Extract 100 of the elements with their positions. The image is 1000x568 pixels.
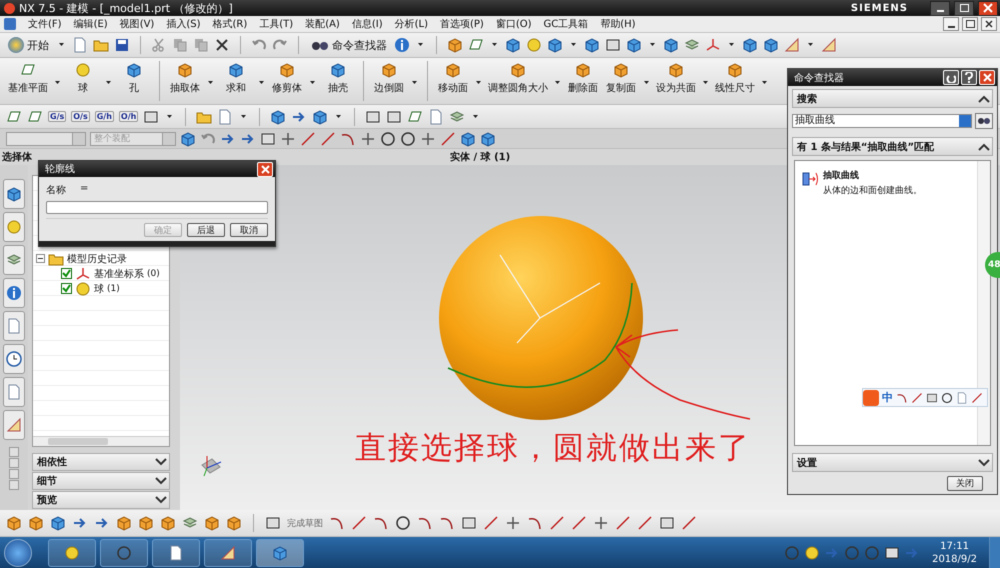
- caret-icon[interactable]: [703, 80, 708, 84]
- caret-icon[interactable]: [241, 114, 246, 118]
- feature-button[interactable]: 修剪体: [269, 61, 305, 96]
- analysis-tool-button[interactable]: O/h: [118, 111, 138, 122]
- caret-icon[interactable]: [167, 114, 172, 118]
- caret-icon[interactable]: [476, 80, 481, 84]
- reset-button[interactable]: [943, 70, 959, 85]
- cube-icon[interactable]: [126, 62, 142, 78]
- box-icon[interactable]: [116, 515, 132, 531]
- restore-button[interactable]: [962, 17, 978, 31]
- line-icon[interactable]: [440, 130, 456, 146]
- line-icon[interactable]: [320, 130, 336, 146]
- chevron-down-icon[interactable]: [155, 476, 167, 486]
- help-icon[interactable]: [965, 72, 973, 83]
- line-icon[interactable]: [681, 515, 697, 531]
- axes-icon[interactable]: [705, 37, 721, 53]
- resource-tab[interactable]: [3, 377, 25, 407]
- menu-item[interactable]: 装配(A): [299, 17, 346, 31]
- axes-icon[interactable]: [75, 266, 91, 282]
- panel-header[interactable]: 相依性: [32, 453, 170, 471]
- sphere-icon[interactable]: [6, 219, 22, 235]
- checkbox[interactable]: [61, 268, 72, 279]
- box-icon[interactable]: [447, 37, 463, 53]
- page-icon[interactable]: [6, 384, 22, 400]
- square-icon[interactable]: [365, 108, 382, 124]
- feature-button[interactable]: 移动面: [435, 61, 471, 96]
- analysis-tool-button[interactable]: G/s: [48, 111, 66, 122]
- menu-item[interactable]: 窗口(O): [490, 17, 538, 31]
- close-icon[interactable]: [985, 20, 993, 28]
- feature-button[interactable]: 抽取体: [167, 61, 203, 96]
- page-icon[interactable]: [428, 108, 444, 124]
- start-button[interactable]: 开始: [6, 37, 51, 53]
- close-button[interactable]: [981, 17, 997, 31]
- circle-icon[interactable]: [400, 130, 416, 146]
- finish-sketch-button[interactable]: 完成草图: [287, 516, 323, 530]
- cube-icon[interactable]: [584, 37, 600, 53]
- binoculars-icon[interactable]: [977, 117, 991, 125]
- binoculars-icon[interactable]: [311, 39, 329, 51]
- sphere-icon[interactable]: [804, 544, 820, 560]
- ruler-icon[interactable]: [784, 37, 800, 53]
- arc-icon[interactable]: [439, 515, 455, 531]
- search-field[interactable]: 抽取曲线: [792, 114, 972, 128]
- feature-button[interactable]: 边倒圆: [371, 61, 407, 96]
- maximize-button[interactable]: [954, 0, 974, 16]
- caret-icon[interactable]: [259, 80, 264, 84]
- caret-icon[interactable]: [59, 43, 64, 47]
- tree-item[interactable]: 球: [94, 282, 104, 296]
- line-icon[interactable]: [637, 515, 653, 531]
- resource-tab[interactable]: [3, 212, 25, 242]
- minimize-button[interactable]: [930, 0, 950, 16]
- tree-item[interactable]: 模型历史记录: [67, 252, 127, 266]
- section-header[interactable]: 有 1 条与结果“抽取曲线”匹配: [792, 137, 993, 156]
- feature-button[interactable]: 球: [65, 61, 101, 96]
- square-icon[interactable]: [260, 130, 276, 146]
- square-icon[interactable]: [884, 544, 900, 560]
- arc-icon[interactable]: [896, 392, 908, 404]
- cube-icon[interactable]: [270, 108, 286, 124]
- plus-icon[interactable]: [360, 130, 376, 146]
- line-icon[interactable]: [549, 515, 565, 531]
- chevron-down-icon[interactable]: [155, 457, 167, 467]
- square-icon[interactable]: [461, 515, 477, 531]
- cube-icon[interactable]: [663, 37, 679, 53]
- cube-icon[interactable]: [547, 37, 563, 53]
- ruler-icon[interactable]: [821, 37, 837, 53]
- resource-tab[interactable]: [3, 344, 25, 374]
- cube-icon[interactable]: [626, 37, 642, 53]
- plane-icon[interactable]: [27, 108, 43, 124]
- plane-icon[interactable]: [407, 108, 424, 124]
- checkbox[interactable]: [61, 283, 72, 294]
- menu-item[interactable]: 信息(I): [346, 17, 389, 31]
- analysis-tool-button[interactable]: G/h: [94, 111, 114, 122]
- sphere-icon[interactable]: [75, 280, 91, 296]
- close-button[interactable]: 关闭: [947, 476, 983, 490]
- line-icon[interactable]: [971, 392, 983, 404]
- ruler-icon[interactable]: [6, 417, 22, 433]
- cube-icon[interactable]: [6, 186, 22, 202]
- box-icon[interactable]: [226, 515, 242, 531]
- box-icon[interactable]: [138, 515, 154, 531]
- circle-icon[interactable]: [395, 515, 411, 531]
- box-icon[interactable]: [575, 62, 591, 78]
- section-header[interactable]: 搜索: [792, 89, 993, 108]
- dialog-button[interactable]: 取消: [230, 223, 268, 237]
- caret-icon[interactable]: [336, 114, 342, 118]
- caret-icon[interactable]: [650, 43, 655, 47]
- sphere-icon[interactable]: [75, 62, 91, 78]
- chevron-up-icon[interactable]: [978, 142, 990, 152]
- feature-button[interactable]: 孔: [116, 61, 152, 96]
- menu-item[interactable]: GC工具箱: [538, 17, 594, 31]
- page-icon[interactable]: [6, 318, 22, 334]
- resource-tab[interactable]: [3, 278, 25, 308]
- menu-item[interactable]: 格式(R): [206, 17, 254, 31]
- clock-icon[interactable]: [6, 351, 22, 367]
- box-icon[interactable]: [510, 62, 526, 78]
- curve-edge[interactable]: [448, 282, 633, 388]
- caret-icon[interactable]: [55, 80, 60, 84]
- close-button[interactable]: [978, 0, 998, 16]
- caret-icon[interactable]: [808, 43, 813, 47]
- dialog-button[interactable]: 后退: [187, 223, 225, 237]
- search-button[interactable]: [975, 113, 993, 129]
- feature-button[interactable]: 设为共面: [654, 61, 698, 96]
